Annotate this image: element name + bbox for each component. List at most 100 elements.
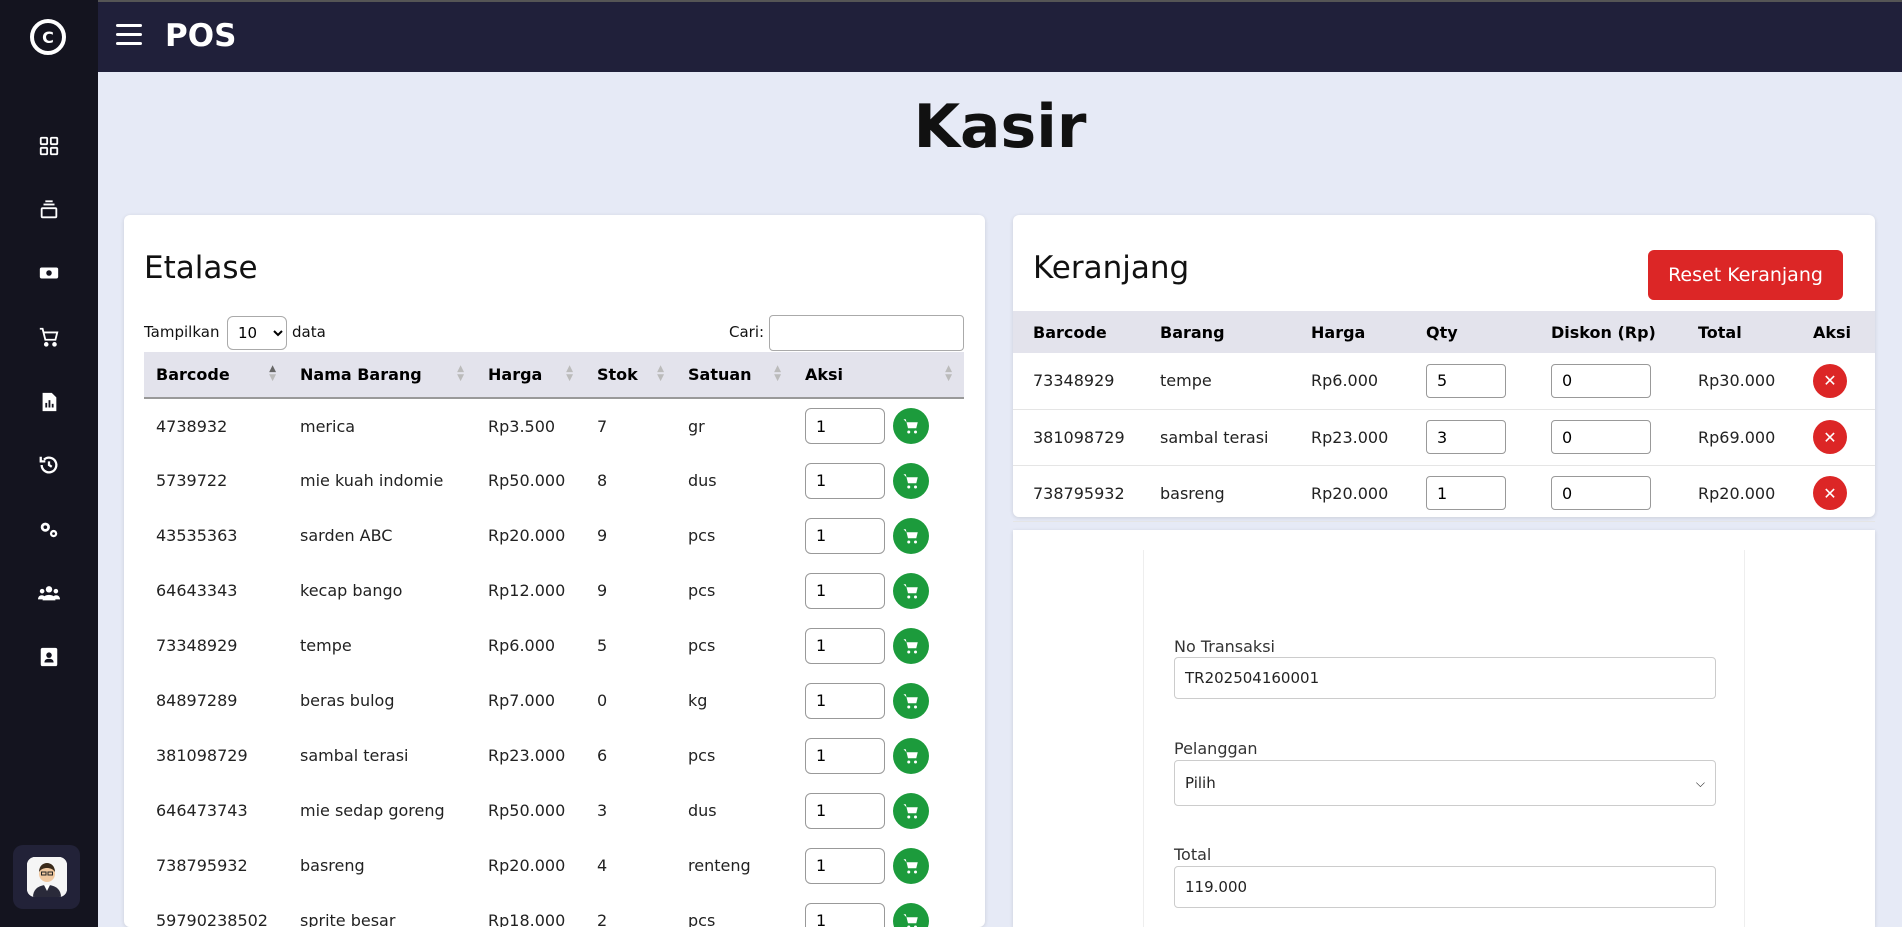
cell-nama: sprite besar <box>300 911 396 927</box>
qty-input[interactable] <box>805 792 885 829</box>
add-to-cart-button[interactable] <box>893 517 929 554</box>
remove-item-button[interactable]: ✕ <box>1813 476 1847 510</box>
users-icon[interactable] <box>37 581 61 605</box>
total-label: Total <box>1174 845 1212 864</box>
chevron-down-icon: ⌵ <box>1695 775 1705 790</box>
qty-input[interactable] <box>805 627 885 664</box>
total-field[interactable]: 119.000 <box>1174 866 1716 908</box>
cell-barcode: 84897289 <box>156 691 238 710</box>
cart-icon <box>903 583 918 598</box>
table-row: 646473743 mie sedap goreng Rp50.000 3 dus <box>144 783 964 838</box>
cell-barcode: 381098729 <box>156 746 248 765</box>
add-to-cart-button[interactable] <box>893 462 929 499</box>
search-input[interactable] <box>769 315 964 351</box>
pelanggan-select[interactable]: Pilih ⌵ <box>1174 760 1716 806</box>
settings-icon[interactable] <box>37 517 61 541</box>
add-to-cart-button[interactable] <box>893 737 929 774</box>
col-satuan[interactable]: Satuan ▲ ▼ <box>676 352 793 399</box>
add-to-cart-button[interactable] <box>893 627 929 664</box>
remove-item-button[interactable]: ✕ <box>1813 420 1847 454</box>
keranjang-card: Keranjang Reset Keranjang Barcode Barang… <box>1013 215 1875 522</box>
table-row: 5739722 mie kuah indomie Rp50.000 8 dus <box>144 453 964 508</box>
pelanggan-selected: Pilih <box>1185 774 1216 792</box>
add-to-cart-button[interactable] <box>893 792 929 829</box>
add-to-cart-button[interactable] <box>893 682 929 719</box>
close-icon: ✕ <box>1823 427 1837 447</box>
cell-stok: 9 <box>597 581 608 600</box>
cart-discount-input[interactable] <box>1551 476 1651 510</box>
table-row: 738795932 basreng Rp20.000 4 renteng <box>144 838 964 893</box>
qty-input[interactable] <box>805 902 885 927</box>
cart-discount-input[interactable] <box>1551 363 1651 398</box>
aksi-group <box>805 737 964 774</box>
money-icon[interactable] <box>37 261 61 285</box>
add-to-cart-button[interactable] <box>893 902 929 927</box>
add-to-cart-button[interactable] <box>893 572 929 609</box>
col-stok[interactable]: Stok ▲ ▼ <box>585 352 676 399</box>
add-to-cart-button[interactable] <box>893 408 929 444</box>
cart-cell-total: Rp20.000 <box>1678 465 1793 522</box>
pelanggan-label: Pelanggan <box>1174 739 1258 758</box>
cart-cell-barang: sambal terasi <box>1140 409 1291 466</box>
hamburger-menu-icon[interactable] <box>116 24 142 46</box>
col-barcode[interactable]: Barcode ▲ ▼ <box>144 352 288 399</box>
sidebar: C <box>0 0 98 927</box>
cell-aksi <box>793 618 964 673</box>
page-title: Kasir <box>913 92 1087 162</box>
qty-input[interactable] <box>805 847 885 884</box>
cart-cell-diskon <box>1531 409 1678 466</box>
cell-satuan: pcs <box>688 581 716 600</box>
cart-qty-input[interactable] <box>1426 420 1506 454</box>
cell-satuan: gr <box>688 416 705 436</box>
col-nama-barang[interactable]: Nama Barang ▲ ▼ <box>288 352 476 399</box>
cell-stok: 6 <box>597 746 608 765</box>
entries-select[interactable]: 10 <box>227 316 287 350</box>
remove-item-button[interactable]: ✕ <box>1813 363 1847 398</box>
cart-qty-input[interactable] <box>1426 476 1506 510</box>
cart-cell-barang: tempe <box>1140 353 1291 410</box>
cart-cell-diskon <box>1531 353 1678 410</box>
keranjang-table: Barcode Barang Harga Qty Diskon (Rp) Tot… <box>1013 311 1875 522</box>
cell-harga: Rp50.000 <box>488 801 566 820</box>
cell-aksi <box>793 673 964 728</box>
add-to-cart-button[interactable] <box>893 847 929 884</box>
cart-cell-qty <box>1406 465 1531 522</box>
col-aksi[interactable]: Aksi ▲ ▼ <box>793 352 964 399</box>
contact-icon[interactable] <box>37 645 61 669</box>
qty-input[interactable] <box>805 737 885 774</box>
cell-satuan: pcs <box>688 911 716 927</box>
cart-icon <box>903 638 918 653</box>
cart-row: 381098729sambal terasiRp23.000 Rp69.000 ✕ <box>1013 409 1875 466</box>
logo-icon[interactable]: C <box>30 19 66 55</box>
qty-input[interactable] <box>805 572 885 609</box>
show-entries-label: Tampilkan <box>144 323 220 341</box>
cart-discount-input[interactable] <box>1551 420 1651 454</box>
cart-qty-input[interactable] <box>1426 363 1506 398</box>
qty-input[interactable] <box>805 517 885 554</box>
cell-aksi <box>793 398 964 453</box>
cart-icon <box>903 858 918 873</box>
table-row: 73348929 tempe Rp6.000 5 pcs <box>144 618 964 673</box>
qty-input[interactable] <box>805 462 885 499</box>
no-transaksi-field[interactable]: TR202504160001 <box>1174 657 1716 699</box>
table-row: 59790238502 sprite besar Rp18.000 2 pcs <box>144 893 964 927</box>
reset-cart-button[interactable]: Reset Keranjang <box>1648 250 1843 300</box>
layers-icon[interactable] <box>37 198 61 222</box>
cell-nama: basreng <box>300 856 365 875</box>
history-icon[interactable] <box>37 453 61 477</box>
aksi-group <box>805 517 964 554</box>
cell-harga: Rp23.000 <box>488 746 566 765</box>
cell-aksi <box>793 893 964 927</box>
cell-nama: mie kuah indomie <box>300 471 444 490</box>
cell-satuan: renteng <box>688 856 751 875</box>
k-col-diskon: Diskon (Rp) <box>1531 311 1678 353</box>
user-avatar-button[interactable] <box>13 845 80 909</box>
cell-satuan: dus <box>688 471 717 490</box>
report-icon[interactable] <box>37 390 61 414</box>
k-col-total: Total <box>1678 311 1793 353</box>
col-harga[interactable]: Harga ▲ ▼ <box>476 352 585 399</box>
cart-icon[interactable] <box>37 325 61 349</box>
dashboard-icon[interactable] <box>37 134 61 158</box>
qty-input[interactable] <box>805 682 885 719</box>
qty-input[interactable] <box>805 408 885 444</box>
